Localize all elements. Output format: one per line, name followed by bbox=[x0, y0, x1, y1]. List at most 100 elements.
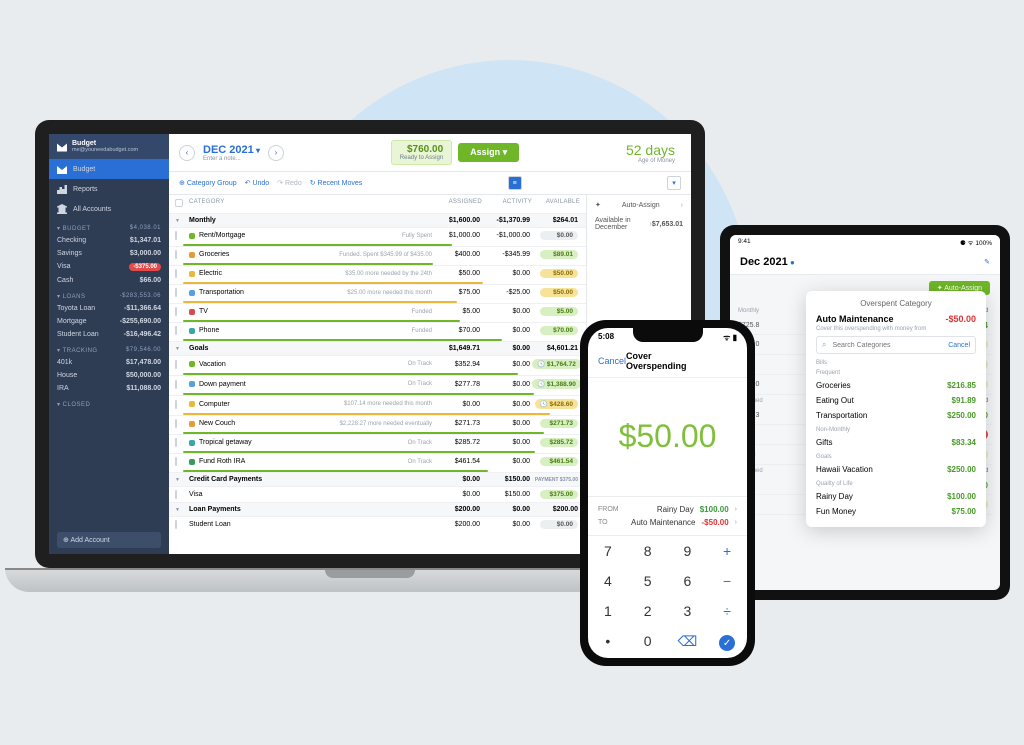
category-group-row[interactable]: ▼Credit Card Payments$0.00$150.00PAYMENT… bbox=[169, 472, 586, 486]
sidebar-section-closed[interactable]: ▾ CLOSED bbox=[49, 395, 169, 410]
keypad-5[interactable]: 5 bbox=[628, 566, 668, 596]
row-checkbox[interactable] bbox=[175, 269, 177, 278]
category-row[interactable]: Student Loan$200.00$0.00$0.00 bbox=[169, 516, 586, 532]
keypad-7[interactable]: 7 bbox=[588, 536, 628, 566]
next-month-button[interactable]: › bbox=[268, 145, 284, 161]
keypad-9[interactable]: 9 bbox=[668, 536, 708, 566]
assign-button[interactable]: Assign ▾ bbox=[458, 143, 519, 162]
row-checkbox[interactable] bbox=[175, 326, 177, 335]
sidebar-account[interactable]: Cash$66.00 bbox=[49, 274, 169, 287]
category-group-row[interactable]: ▼Loan Payments$200.00$0.00$200.00 bbox=[169, 502, 586, 516]
keypad-8[interactable]: 8 bbox=[628, 536, 668, 566]
keypad-2[interactable]: 2 bbox=[628, 596, 668, 626]
category-row[interactable]: Visa$0.00$150.00$375.00 bbox=[169, 486, 586, 502]
sidebar-account[interactable]: Visa-$375.00 bbox=[49, 260, 169, 274]
sidebar-account[interactable]: Toyota Loan-$11,366.64 bbox=[49, 302, 169, 315]
sidebar-account[interactable]: Student Loan-$16,496.42 bbox=[49, 328, 169, 341]
sidebar-account[interactable]: IRA$11,088.00 bbox=[49, 382, 169, 395]
category-row[interactable]: New Couch$2,228.27 more needed eventuall… bbox=[169, 415, 586, 431]
category-row[interactable]: Electric$35.00 more needed by the 24th$5… bbox=[169, 265, 586, 281]
tablet-month[interactable]: Dec 2021 bbox=[740, 256, 788, 268]
phone-cancel-button[interactable]: Cancel bbox=[598, 356, 626, 366]
keypad-÷[interactable]: ÷ bbox=[707, 596, 747, 626]
category-row[interactable]: GroceriesFunded. Spent $345.99 of $435.0… bbox=[169, 246, 586, 262]
row-checkbox[interactable] bbox=[175, 380, 177, 389]
month-selector[interactable]: DEC 2021 bbox=[203, 144, 254, 156]
auto-assign-link[interactable]: ✦ Auto-Assign› bbox=[595, 201, 683, 209]
row-checkbox[interactable] bbox=[175, 288, 177, 297]
row-checkbox[interactable] bbox=[175, 490, 177, 499]
category-group-row[interactable]: ▼Monthly$1,600.00-$1,370.99$264.01 bbox=[169, 213, 586, 227]
collapse-button[interactable]: ▾ bbox=[667, 176, 681, 190]
popup-category-option[interactable]: Rainy Day$100.00 bbox=[816, 489, 976, 504]
sidebar: Budget me@youneedabudget.com BudgetRepor… bbox=[49, 134, 169, 554]
category-row[interactable]: Rent/MortgageFully Spent$1,000.00-$1,000… bbox=[169, 227, 586, 243]
category-row[interactable]: PhoneFunded$70.00$0.00$70.00 bbox=[169, 322, 586, 338]
sidebar-nav-all-accounts[interactable]: All Accounts bbox=[49, 199, 169, 219]
category-row[interactable]: Down paymentOn Track$277.78$0.00🕓 $1,388… bbox=[169, 375, 586, 392]
keypad-4[interactable]: 4 bbox=[588, 566, 628, 596]
from-row[interactable]: FROMRainy Day$100.00› bbox=[598, 503, 737, 516]
redo-button[interactable]: ↷ Redo bbox=[277, 179, 302, 187]
sidebar-section-budget[interactable]: ▾ BUDGET$4,038.01 bbox=[49, 219, 169, 234]
row-checkbox[interactable] bbox=[175, 457, 177, 466]
sidebar-account[interactable]: Checking$1,347.01 bbox=[49, 234, 169, 247]
popup-category-option[interactable]: Groceries$216.85 bbox=[816, 378, 976, 393]
row-checkbox[interactable] bbox=[175, 231, 177, 240]
category-row[interactable]: VacationOn Track$352.94$0.00🕓 $1,764.72 bbox=[169, 355, 586, 372]
popup-category-option[interactable]: Hawaii Vacation$250.00 bbox=[816, 462, 976, 477]
add-category-group[interactable]: ⊕ Category Group bbox=[179, 179, 237, 187]
recent-moves-button[interactable]: ↻ Recent Moves bbox=[310, 179, 363, 187]
keypad-⌫[interactable]: ⌫ bbox=[668, 626, 708, 659]
row-checkbox[interactable] bbox=[175, 419, 177, 428]
row-checkbox[interactable] bbox=[175, 520, 177, 529]
row-checkbox[interactable] bbox=[175, 250, 177, 259]
sidebar-account[interactable]: House$50,000.00 bbox=[49, 369, 169, 382]
row-checkbox[interactable] bbox=[175, 400, 177, 409]
category-row[interactable]: Transportation$25.00 more needed this mo… bbox=[169, 284, 586, 300]
category-row[interactable]: Fund Roth IRAOn Track$461.54$0.00$461.54 bbox=[169, 453, 586, 469]
keypad-done[interactable]: ✓ bbox=[707, 626, 747, 659]
keypad-−[interactable]: − bbox=[707, 566, 747, 596]
sidebar-nav-reports[interactable]: Reports bbox=[49, 179, 169, 199]
row-checkbox[interactable] bbox=[175, 438, 177, 447]
tablet-edit-button[interactable]: ✎ bbox=[984, 258, 990, 266]
sidebar-account[interactable]: 401k$17,478.00 bbox=[49, 356, 169, 369]
sidebar-nav-budget[interactable]: Budget bbox=[49, 159, 169, 179]
sidebar-email: me@youneedabudget.com bbox=[72, 147, 138, 153]
available-in-month[interactable]: Available in December › $7,653.01 bbox=[595, 217, 683, 231]
category-row[interactable]: TVFunded$5.00$0.00$5.00 bbox=[169, 303, 586, 319]
popup-search-input[interactable] bbox=[830, 341, 944, 350]
view-toggle-button[interactable]: ≡ bbox=[508, 176, 522, 190]
popup-cancel[interactable]: Cancel bbox=[948, 342, 970, 349]
keypad-6[interactable]: 6 bbox=[668, 566, 708, 596]
popup-category-option[interactable]: Fun Money$75.00 bbox=[816, 504, 976, 519]
popup-category-option[interactable]: Eating Out$91.89 bbox=[816, 393, 976, 408]
category-row[interactable]: Computer$107.14 more needed this month$0… bbox=[169, 395, 586, 412]
to-row[interactable]: TOAuto Maintenance-$50.00› bbox=[598, 516, 737, 529]
category-row[interactable]: Tropical getawayOn Track$285.72$0.00$285… bbox=[169, 434, 586, 450]
popup-search[interactable]: ⌕ Cancel bbox=[816, 336, 976, 354]
sidebar-budget-header[interactable]: Budget me@youneedabudget.com bbox=[49, 134, 169, 159]
popup-group-label: Goals bbox=[816, 454, 976, 460]
sidebar-section-tracking[interactable]: ▾ TRACKING$79,546.00 bbox=[49, 341, 169, 356]
undo-button[interactable]: ↶ Undo bbox=[245, 179, 270, 187]
keypad-•[interactable]: • bbox=[588, 626, 628, 659]
sidebar-account[interactable]: Savings$3,000.00 bbox=[49, 247, 169, 260]
keypad-3[interactable]: 3 bbox=[668, 596, 708, 626]
keypad-1[interactable]: 1 bbox=[588, 596, 628, 626]
keypad-+[interactable]: + bbox=[707, 536, 747, 566]
row-checkbox[interactable] bbox=[175, 360, 177, 369]
keypad-0[interactable]: 0 bbox=[628, 626, 668, 659]
search-icon: ⌕ bbox=[822, 340, 826, 350]
add-account-button[interactable]: ⊕ Add Account bbox=[57, 532, 161, 548]
row-checkbox[interactable] bbox=[175, 307, 177, 316]
popup-category-option[interactable]: Transportation$250.00 bbox=[816, 408, 976, 423]
sidebar-account[interactable]: Mortgage-$255,690.00 bbox=[49, 315, 169, 328]
popup-category-option[interactable]: Gifts$83.34 bbox=[816, 435, 976, 450]
select-all-checkbox[interactable] bbox=[175, 199, 183, 207]
category-group-row[interactable]: ▼Goals$1,649.71$0.00$4,601.21 bbox=[169, 341, 586, 355]
prev-month-button[interactable]: ‹ bbox=[179, 145, 195, 161]
month-note[interactable]: Enter a note... bbox=[203, 156, 260, 162]
sidebar-section-loans[interactable]: ▾ LOANS-$283,553.06 bbox=[49, 287, 169, 302]
